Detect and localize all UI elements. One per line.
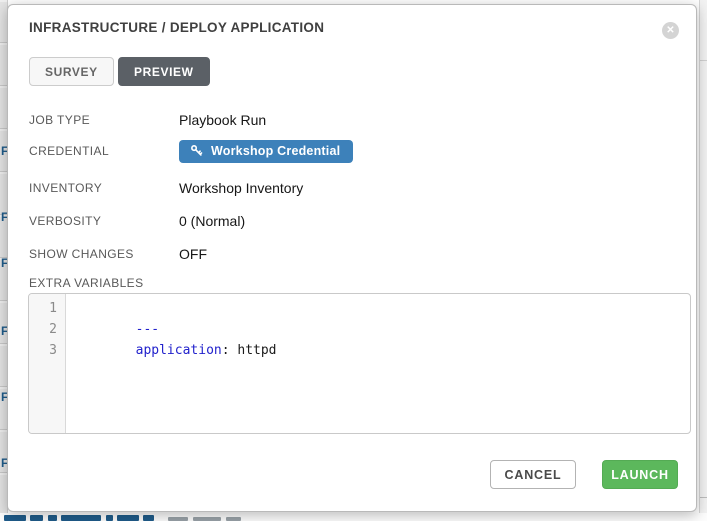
credential-chip-label: Workshop Credential <box>211 144 340 158</box>
clipped-text-fragment <box>168 517 188 521</box>
show-changes-label: SHOW CHANGES <box>29 247 179 261</box>
field-show-changes: SHOW CHANGES OFF <box>29 243 207 265</box>
tab-preview[interactable]: PREVIEW <box>118 57 210 86</box>
background-page-bottom-strip <box>0 513 707 521</box>
clipped-text-fragment <box>226 517 241 521</box>
launch-button-label: LAUNCH <box>611 468 669 482</box>
cancel-button[interactable]: CANCEL <box>490 460 576 489</box>
inventory-value: Workshop Inventory <box>179 180 303 196</box>
editor-line-number-gutter: 1 2 3 <box>29 294 66 433</box>
clipped-text-fragment <box>61 515 101 521</box>
tab-preview-label: PREVIEW <box>134 65 194 79</box>
modal-title: INFRASTRUCTURE / DEPLOY APPLICATION <box>29 20 324 35</box>
editor-code-area[interactable]: --- application: httpd <box>66 294 690 433</box>
background-divider <box>700 60 707 61</box>
clipped-text-fragment <box>193 517 221 521</box>
line-number: 1 <box>29 298 57 319</box>
yaml-text: : httpd <box>222 343 277 358</box>
clipped-text-fragment <box>4 515 26 521</box>
job-type-value: Playbook Run <box>179 112 266 128</box>
cancel-button-label: CANCEL <box>505 468 562 482</box>
line-number: 2 <box>29 319 57 340</box>
clipped-text-fragment <box>30 515 43 521</box>
key-icon <box>190 144 203 157</box>
credential-chip[interactable]: Workshop Credential <box>179 140 353 163</box>
clipped-text-fragment <box>48 515 57 521</box>
yaml-keyword: application <box>136 343 222 358</box>
yaml-keyword: --- <box>136 322 159 337</box>
background-page-right-strip <box>699 0 707 521</box>
close-icon[interactable]: ✕ <box>662 22 679 39</box>
verbosity-value: 0 (Normal) <box>179 213 245 229</box>
clipped-text-fragment <box>117 515 139 521</box>
extra-variables-label: EXTRA VARIABLES <box>29 276 144 290</box>
line-number: 3 <box>29 340 57 361</box>
show-changes-value: OFF <box>179 246 207 262</box>
clipped-text-fragment <box>106 515 113 521</box>
field-credential: CREDENTIAL Workshop Credential <box>29 140 353 162</box>
clipped-text-fragment <box>143 515 154 521</box>
job-type-label: JOB TYPE <box>29 113 179 127</box>
field-verbosity: VERBOSITY 0 (Normal) <box>29 210 245 232</box>
code-line: --- <box>73 298 690 319</box>
field-inventory: INVENTORY Workshop Inventory <box>29 177 303 199</box>
background-divider <box>700 497 707 498</box>
deploy-application-modal: INFRASTRUCTURE / DEPLOY APPLICATION ✕ SU… <box>7 4 697 512</box>
credential-label: CREDENTIAL <box>29 144 179 158</box>
inventory-label: INVENTORY <box>29 181 179 195</box>
tab-survey[interactable]: SURVEY <box>29 57 114 86</box>
verbosity-label: VERBOSITY <box>29 214 179 228</box>
code-line: application: httpd <box>73 319 690 340</box>
field-job-type: JOB TYPE Playbook Run <box>29 109 266 131</box>
extra-variables-editor: 1 2 3 --- application: httpd <box>28 293 691 434</box>
launch-button[interactable]: LAUNCH <box>602 460 678 489</box>
tab-survey-label: SURVEY <box>45 65 98 79</box>
